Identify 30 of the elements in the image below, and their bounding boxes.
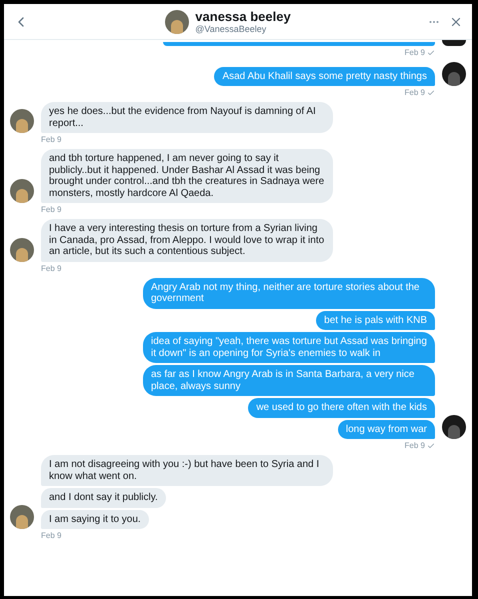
- avatar: [442, 62, 466, 86]
- avatar: [10, 238, 34, 262]
- avatar: [10, 505, 34, 529]
- avatar: [442, 415, 466, 439]
- message-bubble: Asad Abu Khalil says some pretty nasty things: [214, 66, 435, 86]
- message-bubble: Angry Arab not my thing, neither are torture stories about the government: [143, 278, 435, 308]
- message-bubble: and tbh torture happened, I am never going to say it publicly..but it happened. Under Bashar Al Assad it was being brought under control...and tbh the creatures in Sadnaya were monsters, mostly hardcore Al Qaeda.: [41, 149, 333, 203]
- timestamp: Feb 9: [41, 135, 62, 144]
- message-bubble: bet he is pals with KNB: [316, 310, 435, 330]
- message-bubble: I have a very interesting thesis on torture from a Syrian living in Canada, pro Assad, from Aleppo. I would love to wrap it into an article, but its such a contentious subject.: [41, 219, 333, 262]
- avatar: [10, 179, 34, 203]
- message-bubble: idea of saying "yeah, there was torture but Assad was bringing it down" is an opening for Syria's enemies to walk in: [143, 332, 435, 363]
- timestamp: Feb 9: [41, 264, 62, 272]
- timestamp: Feb 9: [404, 88, 425, 97]
- timestamp: Feb 9: [41, 531, 62, 540]
- contact-name: vanessa beeley: [195, 8, 291, 24]
- avatar: [10, 109, 34, 133]
- timestamp: Feb 9: [41, 205, 62, 214]
- message-bubble: I am not disagreeing with you :-) but have been to Syria and I know what went on.: [41, 455, 333, 486]
- message-bubble: we used to go there often with the kids: [248, 398, 435, 418]
- message-bubble: yes he does...but the evidence from Nayouf is damning of AI report...: [41, 102, 333, 133]
- timestamp: Feb 9: [404, 48, 425, 57]
- timestamp: Feb 9: [404, 441, 425, 450]
- contact-handle: @VanessaBeeley: [195, 24, 266, 34]
- avatar: [442, 40, 466, 46]
- message-bubble: I am saying it to you.: [41, 510, 149, 529]
- avatar: [165, 10, 190, 34]
- message-bubble: and I dont say it publicly.: [41, 488, 166, 508]
- message-bubble: as far as I know Angry Arab is in Santa Barbara, a very nice place, always sunny: [143, 365, 435, 396]
- message-bubble: long way from war: [338, 420, 435, 439]
